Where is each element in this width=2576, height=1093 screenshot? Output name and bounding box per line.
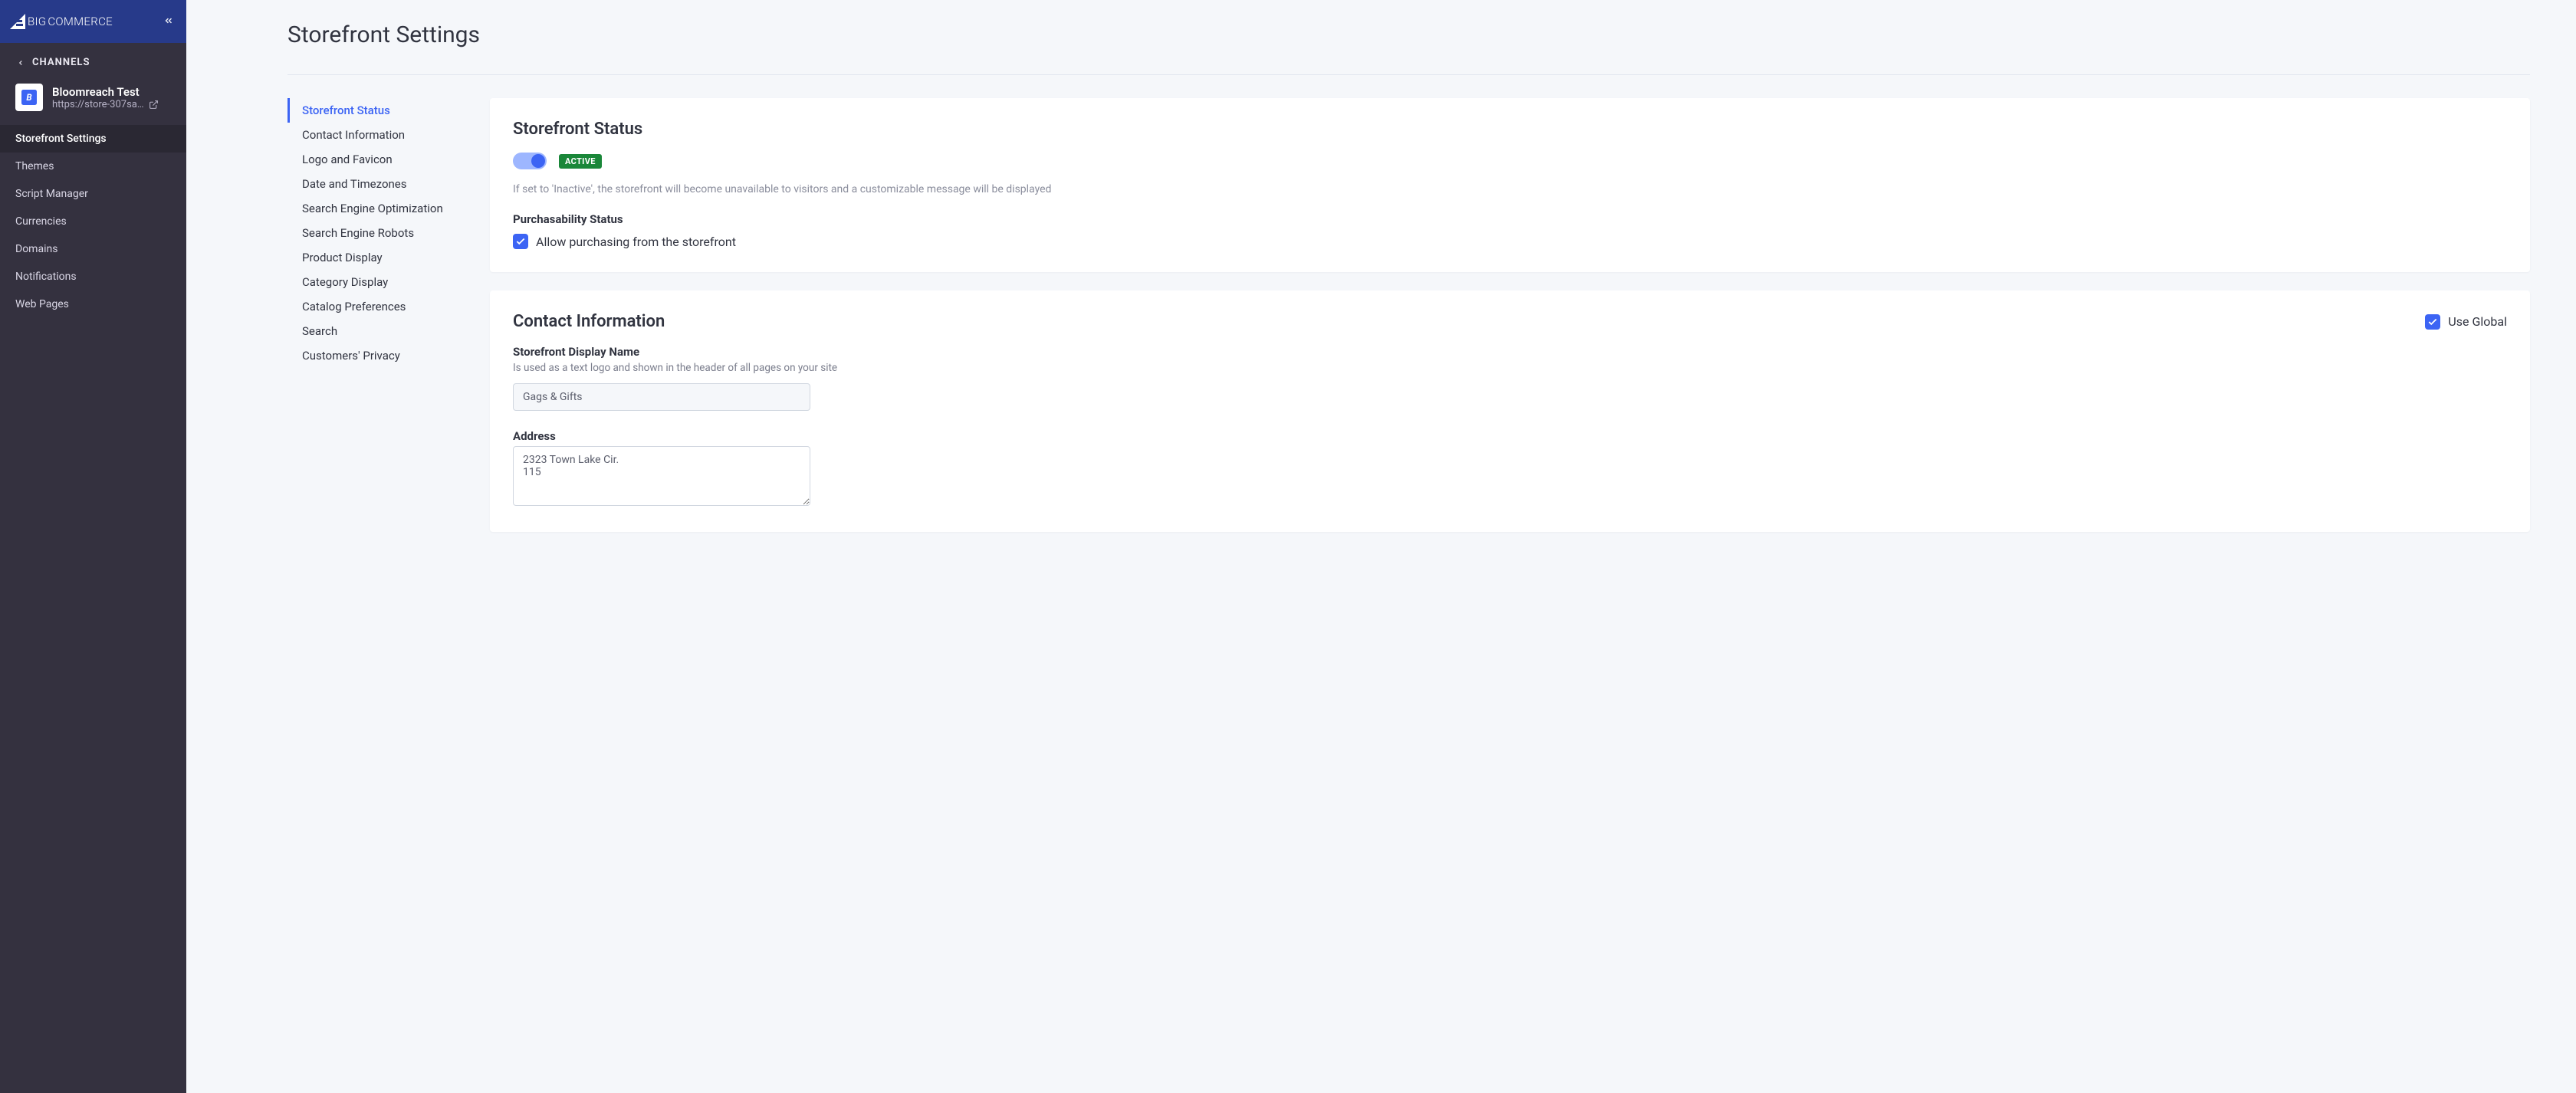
sidebar-nav: Storefront Settings Themes Script Manage…: [0, 125, 186, 318]
svg-text:B: B: [26, 92, 32, 103]
storefront-status-toggle[interactable]: [513, 153, 547, 169]
display-name-input[interactable]: [513, 383, 810, 411]
channels-back-button[interactable]: CHANNELS: [0, 43, 186, 76]
sidebar-top-bar: BIGCOMMERCE: [0, 0, 186, 43]
chevron-left-icon: [17, 57, 25, 68]
chevron-double-left-icon: [163, 15, 174, 26]
address-textarea[interactable]: [513, 446, 810, 506]
store-card[interactable]: B Bloomreach Test https://store-307sa…: [0, 76, 186, 125]
page-title: Storefront Settings: [288, 21, 2530, 48]
sidebar-item-currencies[interactable]: Currencies: [0, 208, 186, 235]
use-global-checkbox[interactable]: [2425, 314, 2440, 330]
storefront-status-heading: Storefront Status: [513, 120, 2507, 139]
subnav-robots[interactable]: Search Engine Robots: [288, 221, 459, 245]
settings-subnav: Storefront Status Contact Information Lo…: [288, 98, 459, 368]
collapse-sidebar-button[interactable]: [163, 15, 174, 29]
subnav-customers-privacy[interactable]: Customers' Privacy: [288, 343, 459, 368]
brand-logo[interactable]: BIGCOMMERCE: [9, 14, 113, 29]
contact-information-heading: Contact Information: [513, 312, 665, 331]
address-label: Address: [513, 429, 2507, 443]
store-name: Bloomreach Test: [52, 85, 174, 99]
subnav-catalog-preferences[interactable]: Catalog Preferences: [288, 294, 459, 319]
store-brand-icon: B: [21, 90, 37, 105]
subnav-product-display[interactable]: Product Display: [288, 245, 459, 270]
toggle-knob: [531, 154, 545, 168]
store-meta: Bloomreach Test https://store-307sa…: [52, 85, 174, 110]
main-content: Storefront Settings Storefront Status Co…: [186, 0, 2576, 1093]
sidebar-item-themes[interactable]: Themes: [0, 153, 186, 180]
use-global-label: Use Global: [2448, 314, 2507, 329]
contact-information-card: Contact Information Use Global Storefron…: [490, 290, 2530, 532]
status-badge: ACTIVE: [559, 154, 602, 169]
check-icon: [515, 236, 526, 247]
allow-purchasing-label: Allow purchasing from the storefront: [536, 235, 736, 249]
sidebar-item-script-manager[interactable]: Script Manager: [0, 180, 186, 208]
brand-mark-icon: [9, 14, 26, 29]
store-avatar: B: [15, 84, 43, 111]
subnav-logo-favicon[interactable]: Logo and Favicon: [288, 147, 459, 172]
subnav-date-timezones[interactable]: Date and Timezones: [288, 172, 459, 196]
display-name-desc: Is used as a text logo and shown in the …: [513, 362, 2507, 374]
channels-label: CHANNELS: [32, 57, 90, 68]
subnav-category-display[interactable]: Category Display: [288, 270, 459, 294]
status-help-text: If set to 'Inactive', the storefront wil…: [513, 183, 2507, 195]
subnav-search[interactable]: Search: [288, 319, 459, 343]
sidebar: BIGCOMMERCE CHANNELS B Bloomreach Test h…: [0, 0, 186, 1093]
display-name-label: Storefront Display Name: [513, 345, 2507, 359]
external-link-icon[interactable]: [149, 100, 159, 110]
sidebar-item-storefront-settings[interactable]: Storefront Settings: [0, 125, 186, 153]
check-icon: [2427, 317, 2438, 327]
sidebar-item-notifications[interactable]: Notifications: [0, 263, 186, 290]
sidebar-item-web-pages[interactable]: Web Pages: [0, 290, 186, 318]
subnav-contact-information[interactable]: Contact Information: [288, 123, 459, 147]
subnav-seo[interactable]: Search Engine Optimization: [288, 196, 459, 221]
allow-purchasing-checkbox[interactable]: [513, 234, 528, 249]
purchasability-heading: Purchasability Status: [513, 212, 2507, 226]
store-url: https://store-307sa…: [52, 99, 144, 110]
storefront-status-card: Storefront Status ACTIVE If set to 'Inac…: [490, 98, 2530, 272]
sidebar-item-domains[interactable]: Domains: [0, 235, 186, 263]
subnav-storefront-status[interactable]: Storefront Status: [288, 98, 459, 123]
title-divider: [288, 74, 2530, 75]
